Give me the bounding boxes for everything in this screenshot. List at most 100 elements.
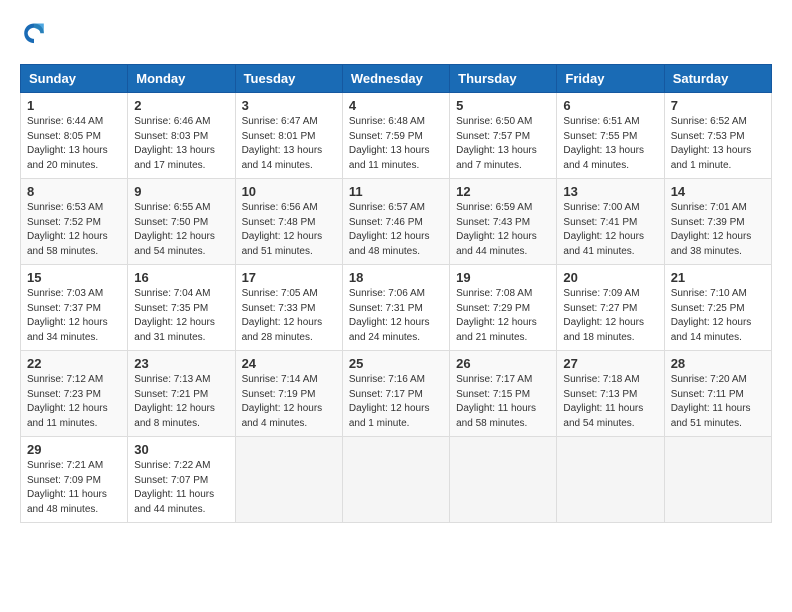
calendar-cell — [450, 437, 557, 523]
calendar-week-4: 22 Sunrise: 7:12 AM Sunset: 7:23 PM Dayl… — [21, 351, 772, 437]
day-number: 29 — [27, 442, 121, 457]
day-number: 25 — [349, 356, 443, 371]
day-info: Sunrise: 6:53 AM Sunset: 7:52 PM Dayligh… — [27, 201, 121, 259]
day-info: Sunrise: 6:46 AM Sunset: 8:03 PM Dayligh… — [134, 115, 228, 173]
day-number: 28 — [671, 356, 765, 371]
day-info: Sunrise: 6:44 AM Sunset: 8:05 PM Dayligh… — [27, 115, 121, 173]
calendar-cell: 1 Sunrise: 6:44 AM Sunset: 8:05 PM Dayli… — [21, 93, 128, 179]
calendar-cell: 7 Sunrise: 6:52 AM Sunset: 7:53 PM Dayli… — [664, 93, 771, 179]
day-number: 4 — [349, 98, 443, 113]
calendar-cell — [664, 437, 771, 523]
day-number: 18 — [349, 270, 443, 285]
day-info: Sunrise: 7:21 AM Sunset: 7:09 PM Dayligh… — [27, 459, 121, 517]
day-info: Sunrise: 7:14 AM Sunset: 7:19 PM Dayligh… — [242, 373, 336, 431]
calendar-cell: 26 Sunrise: 7:17 AM Sunset: 7:15 PM Dayl… — [450, 351, 557, 437]
calendar-cell: 14 Sunrise: 7:01 AM Sunset: 7:39 PM Dayl… — [664, 179, 771, 265]
day-info: Sunrise: 7:22 AM Sunset: 7:07 PM Dayligh… — [134, 459, 228, 517]
day-number: 8 — [27, 184, 121, 199]
day-info: Sunrise: 7:18 AM Sunset: 7:13 PM Dayligh… — [563, 373, 657, 431]
weekday-header-saturday: Saturday — [664, 65, 771, 93]
day-info: Sunrise: 7:01 AM Sunset: 7:39 PM Dayligh… — [671, 201, 765, 259]
day-info: Sunrise: 6:50 AM Sunset: 7:57 PM Dayligh… — [456, 115, 550, 173]
calendar-cell: 5 Sunrise: 6:50 AM Sunset: 7:57 PM Dayli… — [450, 93, 557, 179]
calendar-week-5: 29 Sunrise: 7:21 AM Sunset: 7:09 PM Dayl… — [21, 437, 772, 523]
day-number: 12 — [456, 184, 550, 199]
day-info: Sunrise: 7:06 AM Sunset: 7:31 PM Dayligh… — [349, 287, 443, 345]
day-number: 26 — [456, 356, 550, 371]
calendar-cell: 25 Sunrise: 7:16 AM Sunset: 7:17 PM Dayl… — [342, 351, 449, 437]
calendar-cell: 6 Sunrise: 6:51 AM Sunset: 7:55 PM Dayli… — [557, 93, 664, 179]
day-info: Sunrise: 7:20 AM Sunset: 7:11 PM Dayligh… — [671, 373, 765, 431]
calendar-cell: 30 Sunrise: 7:22 AM Sunset: 7:07 PM Dayl… — [128, 437, 235, 523]
calendar-cell: 21 Sunrise: 7:10 AM Sunset: 7:25 PM Dayl… — [664, 265, 771, 351]
calendar-cell: 19 Sunrise: 7:08 AM Sunset: 7:29 PM Dayl… — [450, 265, 557, 351]
weekday-header-tuesday: Tuesday — [235, 65, 342, 93]
day-info: Sunrise: 7:00 AM Sunset: 7:41 PM Dayligh… — [563, 201, 657, 259]
day-number: 10 — [242, 184, 336, 199]
day-number: 13 — [563, 184, 657, 199]
day-number: 23 — [134, 356, 228, 371]
day-info: Sunrise: 7:10 AM Sunset: 7:25 PM Dayligh… — [671, 287, 765, 345]
day-number: 3 — [242, 98, 336, 113]
calendar-cell — [557, 437, 664, 523]
day-info: Sunrise: 7:08 AM Sunset: 7:29 PM Dayligh… — [456, 287, 550, 345]
day-number: 6 — [563, 98, 657, 113]
day-number: 21 — [671, 270, 765, 285]
day-info: Sunrise: 6:55 AM Sunset: 7:50 PM Dayligh… — [134, 201, 228, 259]
day-info: Sunrise: 6:52 AM Sunset: 7:53 PM Dayligh… — [671, 115, 765, 173]
calendar-cell — [235, 437, 342, 523]
calendar-cell: 12 Sunrise: 6:59 AM Sunset: 7:43 PM Dayl… — [450, 179, 557, 265]
day-info: Sunrise: 6:59 AM Sunset: 7:43 PM Dayligh… — [456, 201, 550, 259]
logo-icon — [20, 20, 48, 48]
day-info: Sunrise: 6:56 AM Sunset: 7:48 PM Dayligh… — [242, 201, 336, 259]
calendar-cell: 8 Sunrise: 6:53 AM Sunset: 7:52 PM Dayli… — [21, 179, 128, 265]
calendar-cell: 3 Sunrise: 6:47 AM Sunset: 8:01 PM Dayli… — [235, 93, 342, 179]
day-info: Sunrise: 7:09 AM Sunset: 7:27 PM Dayligh… — [563, 287, 657, 345]
day-number: 5 — [456, 98, 550, 113]
calendar-week-3: 15 Sunrise: 7:03 AM Sunset: 7:37 PM Dayl… — [21, 265, 772, 351]
calendar-cell: 29 Sunrise: 7:21 AM Sunset: 7:09 PM Dayl… — [21, 437, 128, 523]
weekday-header-row: SundayMondayTuesdayWednesdayThursdayFrid… — [21, 65, 772, 93]
calendar-cell: 13 Sunrise: 7:00 AM Sunset: 7:41 PM Dayl… — [557, 179, 664, 265]
weekday-header-thursday: Thursday — [450, 65, 557, 93]
calendar-cell: 10 Sunrise: 6:56 AM Sunset: 7:48 PM Dayl… — [235, 179, 342, 265]
weekday-header-monday: Monday — [128, 65, 235, 93]
calendar-cell: 28 Sunrise: 7:20 AM Sunset: 7:11 PM Dayl… — [664, 351, 771, 437]
calendar-cell: 24 Sunrise: 7:14 AM Sunset: 7:19 PM Dayl… — [235, 351, 342, 437]
calendar-cell — [342, 437, 449, 523]
logo — [20, 20, 52, 48]
day-info: Sunrise: 6:51 AM Sunset: 7:55 PM Dayligh… — [563, 115, 657, 173]
day-number: 22 — [27, 356, 121, 371]
weekday-header-friday: Friday — [557, 65, 664, 93]
day-info: Sunrise: 7:12 AM Sunset: 7:23 PM Dayligh… — [27, 373, 121, 431]
page-header — [20, 20, 772, 48]
day-info: Sunrise: 7:05 AM Sunset: 7:33 PM Dayligh… — [242, 287, 336, 345]
day-info: Sunrise: 7:04 AM Sunset: 7:35 PM Dayligh… — [134, 287, 228, 345]
day-number: 19 — [456, 270, 550, 285]
day-number: 30 — [134, 442, 228, 457]
calendar-cell: 17 Sunrise: 7:05 AM Sunset: 7:33 PM Dayl… — [235, 265, 342, 351]
day-number: 17 — [242, 270, 336, 285]
day-number: 24 — [242, 356, 336, 371]
calendar-cell: 9 Sunrise: 6:55 AM Sunset: 7:50 PM Dayli… — [128, 179, 235, 265]
day-number: 20 — [563, 270, 657, 285]
day-info: Sunrise: 7:16 AM Sunset: 7:17 PM Dayligh… — [349, 373, 443, 431]
day-info: Sunrise: 6:57 AM Sunset: 7:46 PM Dayligh… — [349, 201, 443, 259]
calendar-cell: 27 Sunrise: 7:18 AM Sunset: 7:13 PM Dayl… — [557, 351, 664, 437]
day-number: 14 — [671, 184, 765, 199]
calendar-cell: 2 Sunrise: 6:46 AM Sunset: 8:03 PM Dayli… — [128, 93, 235, 179]
calendar-table: SundayMondayTuesdayWednesdayThursdayFrid… — [20, 64, 772, 523]
calendar-cell: 11 Sunrise: 6:57 AM Sunset: 7:46 PM Dayl… — [342, 179, 449, 265]
day-info: Sunrise: 6:48 AM Sunset: 7:59 PM Dayligh… — [349, 115, 443, 173]
day-number: 27 — [563, 356, 657, 371]
day-info: Sunrise: 6:47 AM Sunset: 8:01 PM Dayligh… — [242, 115, 336, 173]
day-info: Sunrise: 7:13 AM Sunset: 7:21 PM Dayligh… — [134, 373, 228, 431]
calendar-cell: 4 Sunrise: 6:48 AM Sunset: 7:59 PM Dayli… — [342, 93, 449, 179]
calendar-cell: 16 Sunrise: 7:04 AM Sunset: 7:35 PM Dayl… — [128, 265, 235, 351]
weekday-header-wednesday: Wednesday — [342, 65, 449, 93]
calendar-cell: 20 Sunrise: 7:09 AM Sunset: 7:27 PM Dayl… — [557, 265, 664, 351]
calendar-week-2: 8 Sunrise: 6:53 AM Sunset: 7:52 PM Dayli… — [21, 179, 772, 265]
day-number: 15 — [27, 270, 121, 285]
day-number: 2 — [134, 98, 228, 113]
day-number: 1 — [27, 98, 121, 113]
